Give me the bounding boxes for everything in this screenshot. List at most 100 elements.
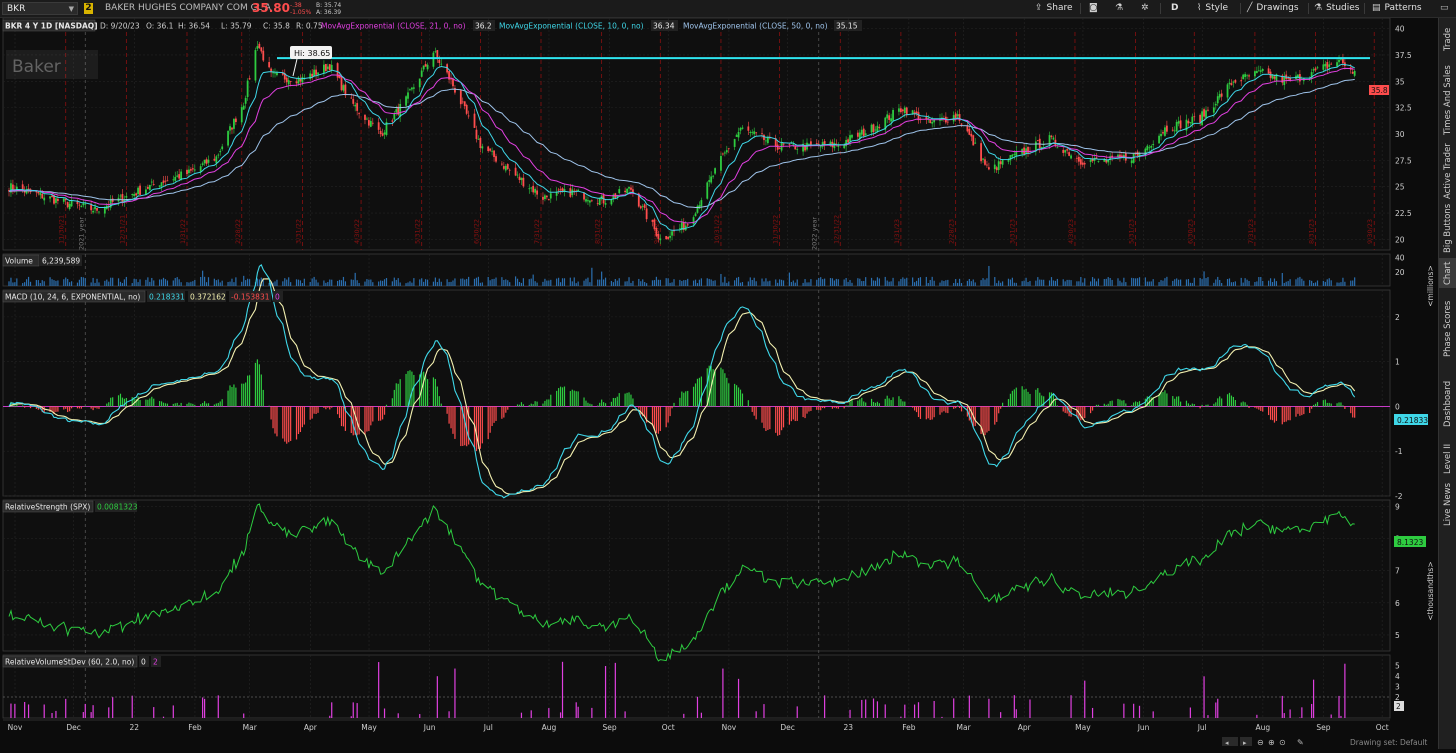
volume-bar — [1219, 280, 1220, 286]
side-tab-big-buttons[interactable]: Big Buttons — [1439, 202, 1456, 254]
candle-body — [487, 147, 489, 152]
ema10-label[interactable]: MovAvgExponential (CLOSE, 10, 0, no) — [499, 22, 644, 31]
volume-bar — [1000, 283, 1001, 286]
volume-bar — [495, 278, 496, 286]
macd-hist-bar — [775, 406, 776, 432]
side-tab-dashboard[interactable]: Dashboard — [1439, 370, 1456, 438]
side-tab-level-ii[interactable]: Level II — [1439, 440, 1456, 478]
candle-body — [423, 66, 425, 70]
candle-body — [495, 156, 497, 161]
panel-frames — [3, 18, 1390, 718]
volume-bar — [734, 280, 735, 286]
volume-bar — [601, 272, 602, 286]
volume-bar — [666, 278, 667, 286]
ema21-label[interactable]: MovAvgExponential (CLOSE, 21, 0, no) — [321, 22, 466, 31]
symbol-input[interactable]: BKR▼ — [2, 2, 78, 15]
candle-body — [726, 150, 728, 152]
scroll-right-icon[interactable]: ▸ — [1243, 739, 1247, 747]
volume-bar — [1299, 277, 1300, 286]
rvsd-bar — [1256, 715, 1257, 718]
volume-bar — [912, 277, 913, 286]
macd-hist-bar — [701, 377, 702, 407]
volume-bar — [249, 279, 250, 286]
chart-area[interactable]: 11/30/2112/31/211/31/222/28/223/31/224/3… — [0, 18, 1438, 749]
studies-button[interactable]: ⚗Studies — [1314, 0, 1359, 17]
patterns-button[interactable]: ▤Patterns — [1372, 0, 1422, 17]
zoom-out-icon[interactable]: ⊖ — [1257, 738, 1264, 747]
macd-hist-bar — [560, 387, 561, 407]
price-axis-label: 35 — [1395, 77, 1405, 86]
volume-bar — [654, 280, 655, 286]
macd-hist-bar — [1200, 406, 1201, 408]
drawing-set-label[interactable]: Drawing set: Default — [1350, 738, 1427, 747]
volume-bar — [891, 281, 892, 286]
volume-bar — [71, 281, 72, 286]
scroll-left-icon[interactable]: ◂ — [1225, 739, 1229, 747]
candle-body — [669, 236, 671, 238]
side-tab-live-news[interactable]: Live News — [1439, 480, 1456, 528]
side-tab-times-and-sales[interactable]: Times And Sales — [1439, 60, 1456, 140]
volume-bar — [353, 280, 354, 286]
volume-bar — [820, 277, 821, 286]
side-tab-chart[interactable]: Chart — [1439, 258, 1456, 288]
reset-zoom-icon[interactable]: ⊙ — [1279, 738, 1286, 747]
macd-hist-bar — [640, 406, 641, 414]
ema10-value: 36.34 — [653, 22, 675, 31]
macd-hist-bar — [752, 406, 753, 411]
side-tab-trade[interactable]: Trade — [1439, 20, 1456, 58]
macd-hist-bar — [683, 393, 684, 407]
macd-hist-bar — [204, 401, 205, 406]
macd-hist-bar — [1260, 406, 1261, 411]
rvsd-bar — [1299, 717, 1300, 718]
macd-hist-bar — [673, 403, 674, 407]
macd-hist-bar — [231, 387, 232, 406]
candle-body — [327, 67, 329, 69]
volume-bar — [10, 278, 11, 286]
volume-bar — [849, 280, 850, 286]
chevron-down-icon[interactable]: ▼ — [69, 3, 74, 16]
macd-hist-bar — [695, 383, 696, 406]
link-group-badge[interactable]: 2 — [84, 3, 93, 14]
macd-hist-bar — [517, 404, 518, 406]
macd-hist-bar — [783, 406, 784, 427]
volume-bar — [288, 277, 289, 286]
price-axis-label: 27.5 — [1395, 156, 1412, 165]
maximize-icon[interactable]: ▭ — [1440, 0, 1449, 17]
candle-body — [206, 159, 208, 164]
interval-button[interactable]: D — [1171, 0, 1178, 17]
zoom-in-icon[interactable]: ⊕ — [1268, 738, 1275, 747]
rvsd-bar — [1123, 704, 1124, 718]
style-button[interactable]: ⌇Style — [1197, 0, 1228, 17]
share-button[interactable]: ⇪Share — [1035, 0, 1073, 17]
macd-hist-bar — [179, 405, 180, 406]
watermark-box — [6, 50, 98, 79]
candle-body — [1242, 75, 1244, 80]
flask-icon: ⚗ — [1115, 0, 1123, 17]
candle-body — [84, 204, 86, 205]
volume-bar — [1352, 280, 1353, 286]
chart-canvas[interactable]: 11/30/2112/31/211/31/222/28/223/31/224/3… — [0, 18, 1438, 749]
drawing-settings-icon[interactable]: ✎ — [1297, 738, 1304, 747]
macd-hist-bar — [235, 388, 236, 407]
settings-button[interactable]: ✲ — [1141, 0, 1153, 17]
macd-hist-bar — [476, 406, 477, 451]
snapshot-button[interactable]: ◙ — [1089, 0, 1102, 17]
volume-bar — [124, 279, 125, 286]
flask-button[interactable]: ⚗ — [1115, 0, 1127, 17]
side-tab-phase-scores[interactable]: Phase Scores — [1439, 290, 1456, 368]
candle-body — [153, 184, 155, 185]
candle-body — [695, 213, 697, 216]
macd-hist-bar — [314, 406, 315, 413]
x-axis-label: Sep — [1316, 723, 1330, 732]
macd-hist-bar — [177, 403, 178, 407]
side-tab-active-trader[interactable]: Active Trader — [1439, 142, 1456, 200]
volume-bar — [1008, 279, 1009, 286]
volume-bar — [574, 277, 575, 286]
candle-body — [955, 113, 957, 118]
candle-body — [861, 130, 863, 135]
ema50-label[interactable]: MovAvgExponential (CLOSE, 50, 0, no) — [683, 22, 828, 31]
macd-hist-bar — [615, 398, 616, 406]
macd-hist-bar — [1174, 399, 1175, 407]
macd-hist-bar — [247, 376, 248, 407]
drawings-button[interactable]: ╱Drawings — [1247, 0, 1299, 17]
